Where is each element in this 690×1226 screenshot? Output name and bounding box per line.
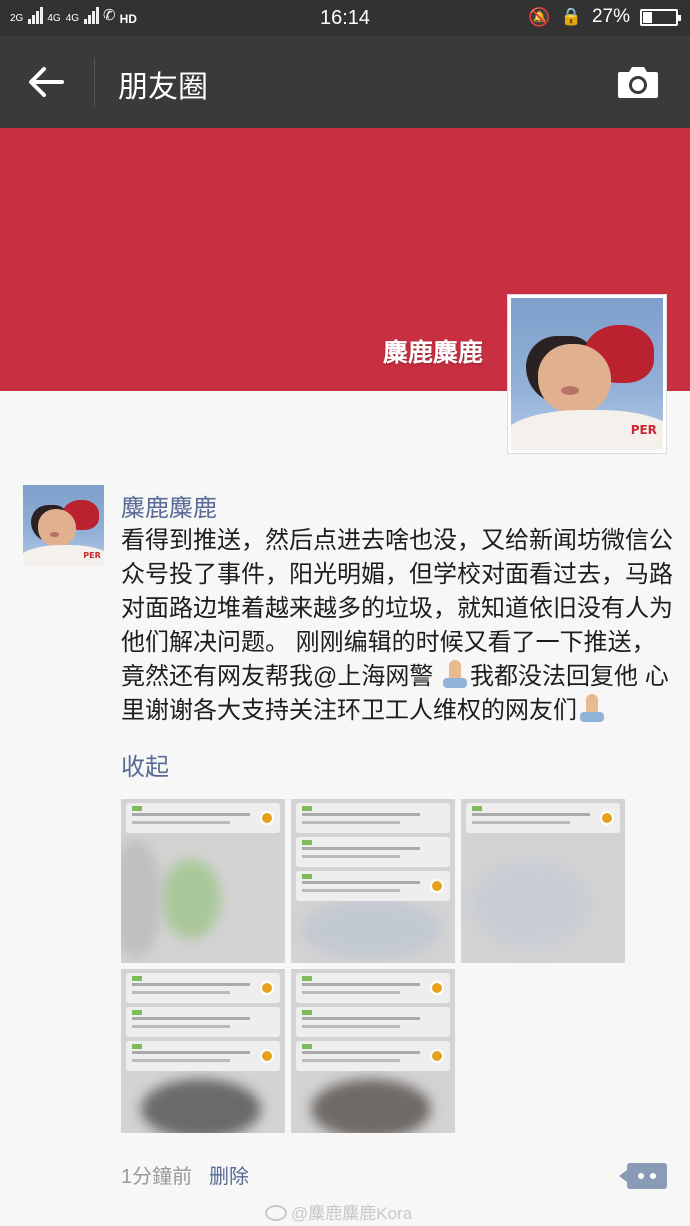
battery-fill: [643, 11, 653, 23]
camera-icon[interactable]: [616, 64, 660, 100]
app-bar: 朋友圈: [0, 36, 690, 128]
shirt-logo: PER: [83, 551, 101, 561]
photo-thumbnail[interactable]: [121, 969, 285, 1133]
photo-grid: [121, 799, 625, 1133]
weibo-icon: [265, 1205, 287, 1221]
profile-name: 麋鹿麋鹿: [382, 339, 483, 367]
post-text: 看得到推送，然后点进去啥也没，又给新闻坊微信公众号投了事件，阳光明媚，但学校对面…: [121, 524, 673, 728]
status-bar: 2G 4G 4G ✆ HD 16:14 🔕 🔒 27%: [0, 0, 690, 36]
post-timestamp: 1分鐘前: [121, 1166, 193, 1188]
page-title: 朋友圈: [118, 71, 208, 104]
post-avatar[interactable]: PER: [23, 485, 104, 566]
photo-thumbnail[interactable]: [291, 799, 455, 963]
delete-link[interactable]: 删除: [209, 1160, 249, 1189]
photo-thumbnail[interactable]: [291, 969, 455, 1133]
app-bar-divider: [94, 58, 95, 106]
battery-icon: [640, 8, 681, 26]
photo-thumbnail[interactable]: [461, 799, 625, 963]
profile-avatar[interactable]: PER: [507, 294, 667, 454]
post-author[interactable]: 麋鹿麋鹿: [121, 488, 217, 523]
comment-icon[interactable]: [619, 1163, 667, 1189]
watermark: @麋鹿麋鹿Kora: [265, 1199, 412, 1224]
battery-percent: 27%: [591, 6, 630, 27]
avatar-photo: PER: [511, 298, 663, 450]
status-right: 🔕 🔒 27%: [528, 6, 681, 28]
folded-hands-icon: [577, 694, 607, 722]
avatar-photo: PER: [23, 485, 104, 566]
lock-icon: 🔒: [560, 7, 582, 26]
folded-hands-icon: [440, 660, 470, 688]
watermark-text: @麋鹿麋鹿Kora: [291, 1204, 413, 1223]
collapse-link[interactable]: 收起: [121, 747, 169, 782]
shirt-logo: PER: [630, 422, 657, 437]
arrow-left-icon[interactable]: [22, 58, 70, 106]
photo-thumbnail[interactable]: [121, 799, 285, 963]
mute-bell-icon: 🔕: [528, 6, 551, 27]
